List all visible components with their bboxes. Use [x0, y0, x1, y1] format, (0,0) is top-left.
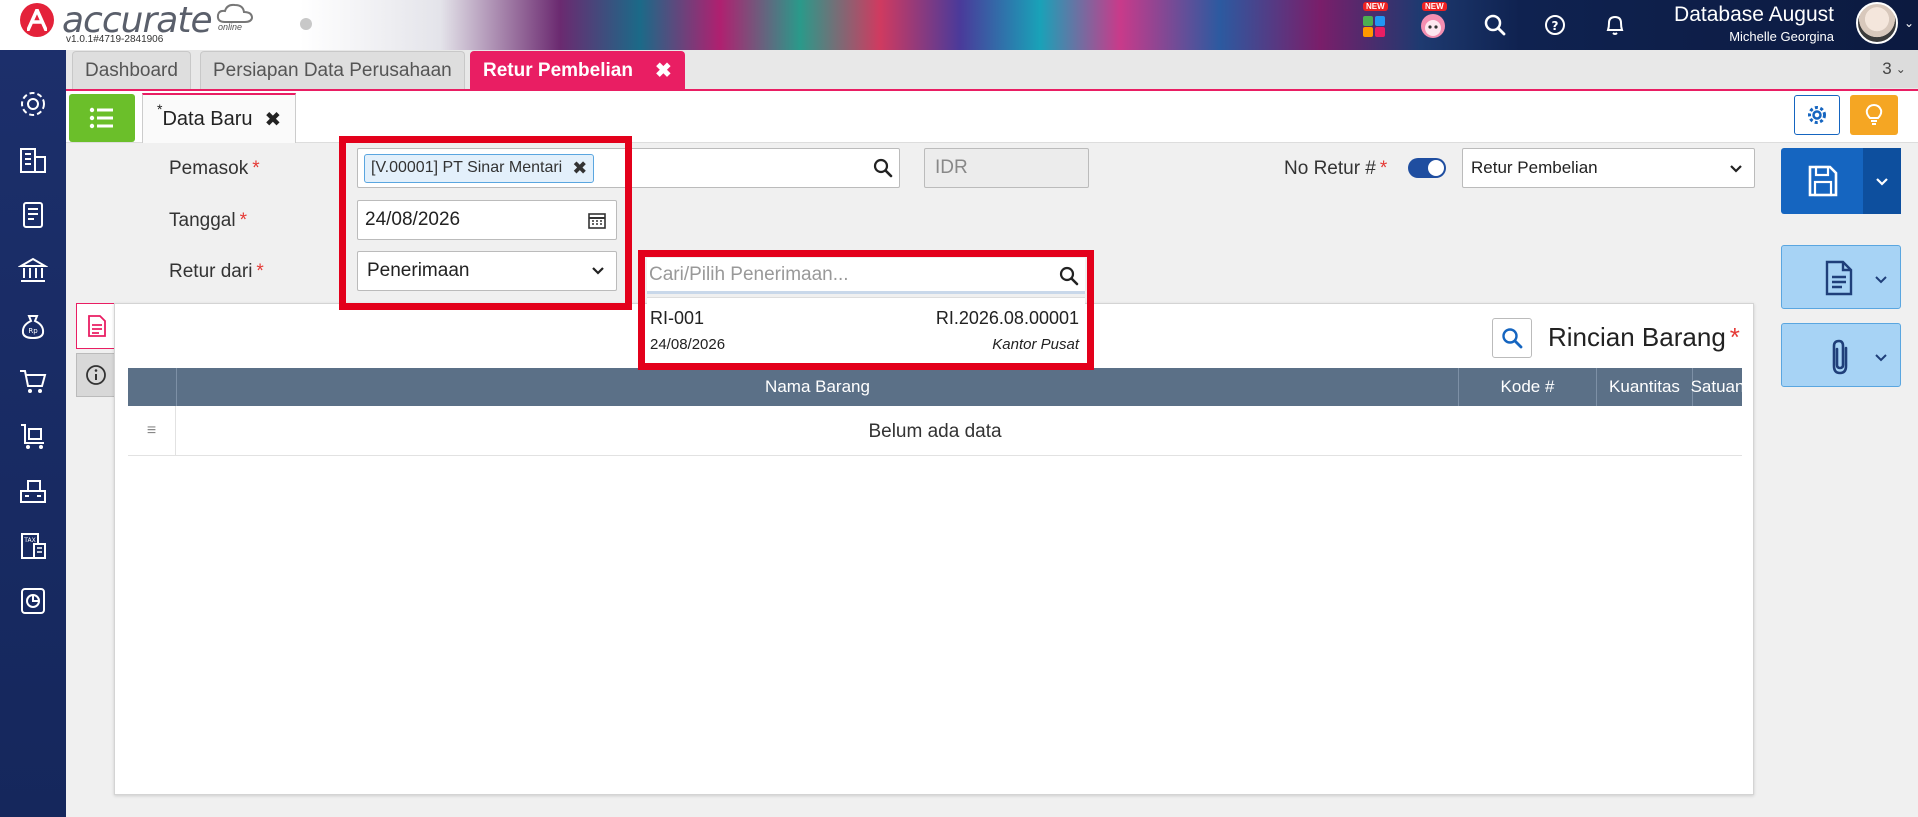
tab-label: Retur Pembelian [483, 59, 633, 81]
accurate-logo-icon[interactable] [20, 3, 54, 37]
toggle-knob [1428, 160, 1444, 176]
required-mark: * [252, 158, 260, 179]
tips-button[interactable] [1850, 95, 1898, 135]
pemasok-label: Pemasok * [169, 158, 260, 180]
tab-count-dropdown[interactable]: 3 ⌄ [1870, 50, 1918, 88]
label-text: Retur dari [169, 261, 253, 282]
required-mark: * [239, 210, 247, 231]
handle-column-header [128, 368, 176, 406]
brand-tagline: online [218, 22, 243, 32]
tab-strip: Dashboard Persiapan Data Perusahaan Retu… [66, 50, 1918, 91]
currency-value: IDR [935, 157, 968, 178]
retur-dari-label: Retur dari * [169, 261, 264, 283]
bell-icon[interactable] [1598, 8, 1632, 42]
sidebar: Rp TAX [0, 50, 66, 817]
user-name[interactable]: Michelle Georgina [1729, 29, 1834, 44]
search-icon[interactable] [1478, 8, 1512, 42]
panel-title: Rincian Barang * [1548, 322, 1740, 353]
close-icon[interactable]: ✖ [655, 58, 672, 83]
tab-persiapan-data[interactable]: Persiapan Data Perusahaan [200, 51, 465, 89]
settings-icon[interactable] [14, 85, 52, 123]
required-mark: * [1379, 158, 1388, 179]
label-text: Tanggal [169, 210, 236, 231]
ledger-icon[interactable] [14, 196, 52, 234]
database-name[interactable]: Database August [1674, 3, 1834, 27]
chevron-down-icon[interactable] [1874, 350, 1888, 369]
report-icon[interactable] [14, 582, 52, 620]
attachment-button[interactable] [1781, 323, 1901, 387]
inventory-icon[interactable] [14, 472, 52, 510]
select-value: Retur Pembelian [1471, 158, 1598, 177]
panel-tab-info[interactable] [76, 353, 116, 397]
empty-state-text: Belum ada data [868, 421, 1002, 442]
money-bag-icon[interactable]: Rp [14, 307, 52, 345]
svg-text:?: ? [1552, 19, 1559, 33]
new-badge: NEW [1363, 2, 1388, 11]
avatar[interactable] [1856, 2, 1898, 44]
status-dot [300, 18, 312, 30]
cart-icon[interactable] [14, 362, 52, 400]
panel-tab-detail[interactable] [76, 303, 116, 349]
purchase-icon[interactable] [14, 417, 52, 455]
label-text: Pemasok [169, 158, 249, 179]
tab-retur-pembelian[interactable]: Retur Pembelian ✖ [470, 51, 685, 89]
chevron-down-icon[interactable] [1863, 148, 1901, 214]
table-row: ≡ Belum ada data [128, 406, 1742, 456]
help-icon[interactable]: ? [1538, 8, 1572, 42]
new-badge: NEW [1422, 2, 1447, 11]
tab-dashboard[interactable]: Dashboard [72, 51, 191, 89]
highlight-box [339, 136, 632, 310]
column-header-kode[interactable]: Kode # [1458, 368, 1596, 406]
currency-field: IDR [924, 148, 1089, 188]
required-mark: * [1729, 322, 1740, 352]
tab-data-baru[interactable]: * Data Baru ✖ [142, 93, 297, 143]
column-header-nama-barang[interactable]: Nama Barang [176, 368, 1458, 406]
column-header-satuan[interactable]: Satuan [1691, 368, 1744, 406]
required-mark: * [256, 261, 264, 282]
assistant-icon[interactable]: NEW [1416, 2, 1450, 42]
document-icon [1824, 260, 1854, 301]
tab-label: Persiapan Data Perusahaan [213, 59, 452, 81]
chevron-down-icon: ⌄ [1895, 62, 1906, 76]
table-header: Nama Barang Kode # Kuantitas Satuan [128, 368, 1744, 406]
tax-icon[interactable]: TAX [14, 527, 52, 565]
no-retur-label: No Retur # * [1284, 158, 1387, 180]
tab-count: 3 [1882, 59, 1892, 78]
chevron-down-icon [1728, 160, 1744, 181]
label-text: No Retur # [1284, 158, 1376, 179]
document-button[interactable] [1781, 245, 1901, 309]
retur-type-select[interactable]: Retur Pembelian [1462, 148, 1755, 188]
auto-number-toggle[interactable] [1408, 158, 1446, 178]
save-button[interactable] [1781, 148, 1901, 214]
title-text: Rincian Barang [1548, 322, 1726, 352]
highlight-box [638, 250, 1094, 370]
close-icon[interactable]: ✖ [265, 107, 282, 132]
settings-button[interactable] [1794, 95, 1840, 135]
column-header-kuantitas[interactable]: Kuantitas [1596, 368, 1692, 406]
tab-label: Data Baru [162, 107, 253, 130]
svg-text:Rp: Rp [28, 327, 38, 335]
svg-text:TAX: TAX [23, 537, 35, 544]
chevron-down-icon[interactable]: ⌄ [1904, 16, 1914, 30]
tanggal-label: Tanggal * [169, 210, 247, 232]
bank-icon[interactable] [14, 251, 52, 289]
version-label: v1.0.1#4719-2841906 [66, 34, 164, 45]
building-icon[interactable] [14, 141, 52, 179]
item-search-button[interactable] [1492, 318, 1532, 358]
tab-label: Dashboard [85, 59, 178, 81]
chevron-down-icon[interactable] [1874, 272, 1888, 291]
save-icon [1807, 164, 1839, 203]
apps-icon[interactable]: NEW [1357, 2, 1391, 42]
unsaved-marker: * [157, 101, 163, 117]
paperclip-icon [1828, 338, 1852, 381]
search-icon[interactable] [873, 158, 893, 184]
list-view-button[interactable] [69, 94, 135, 142]
